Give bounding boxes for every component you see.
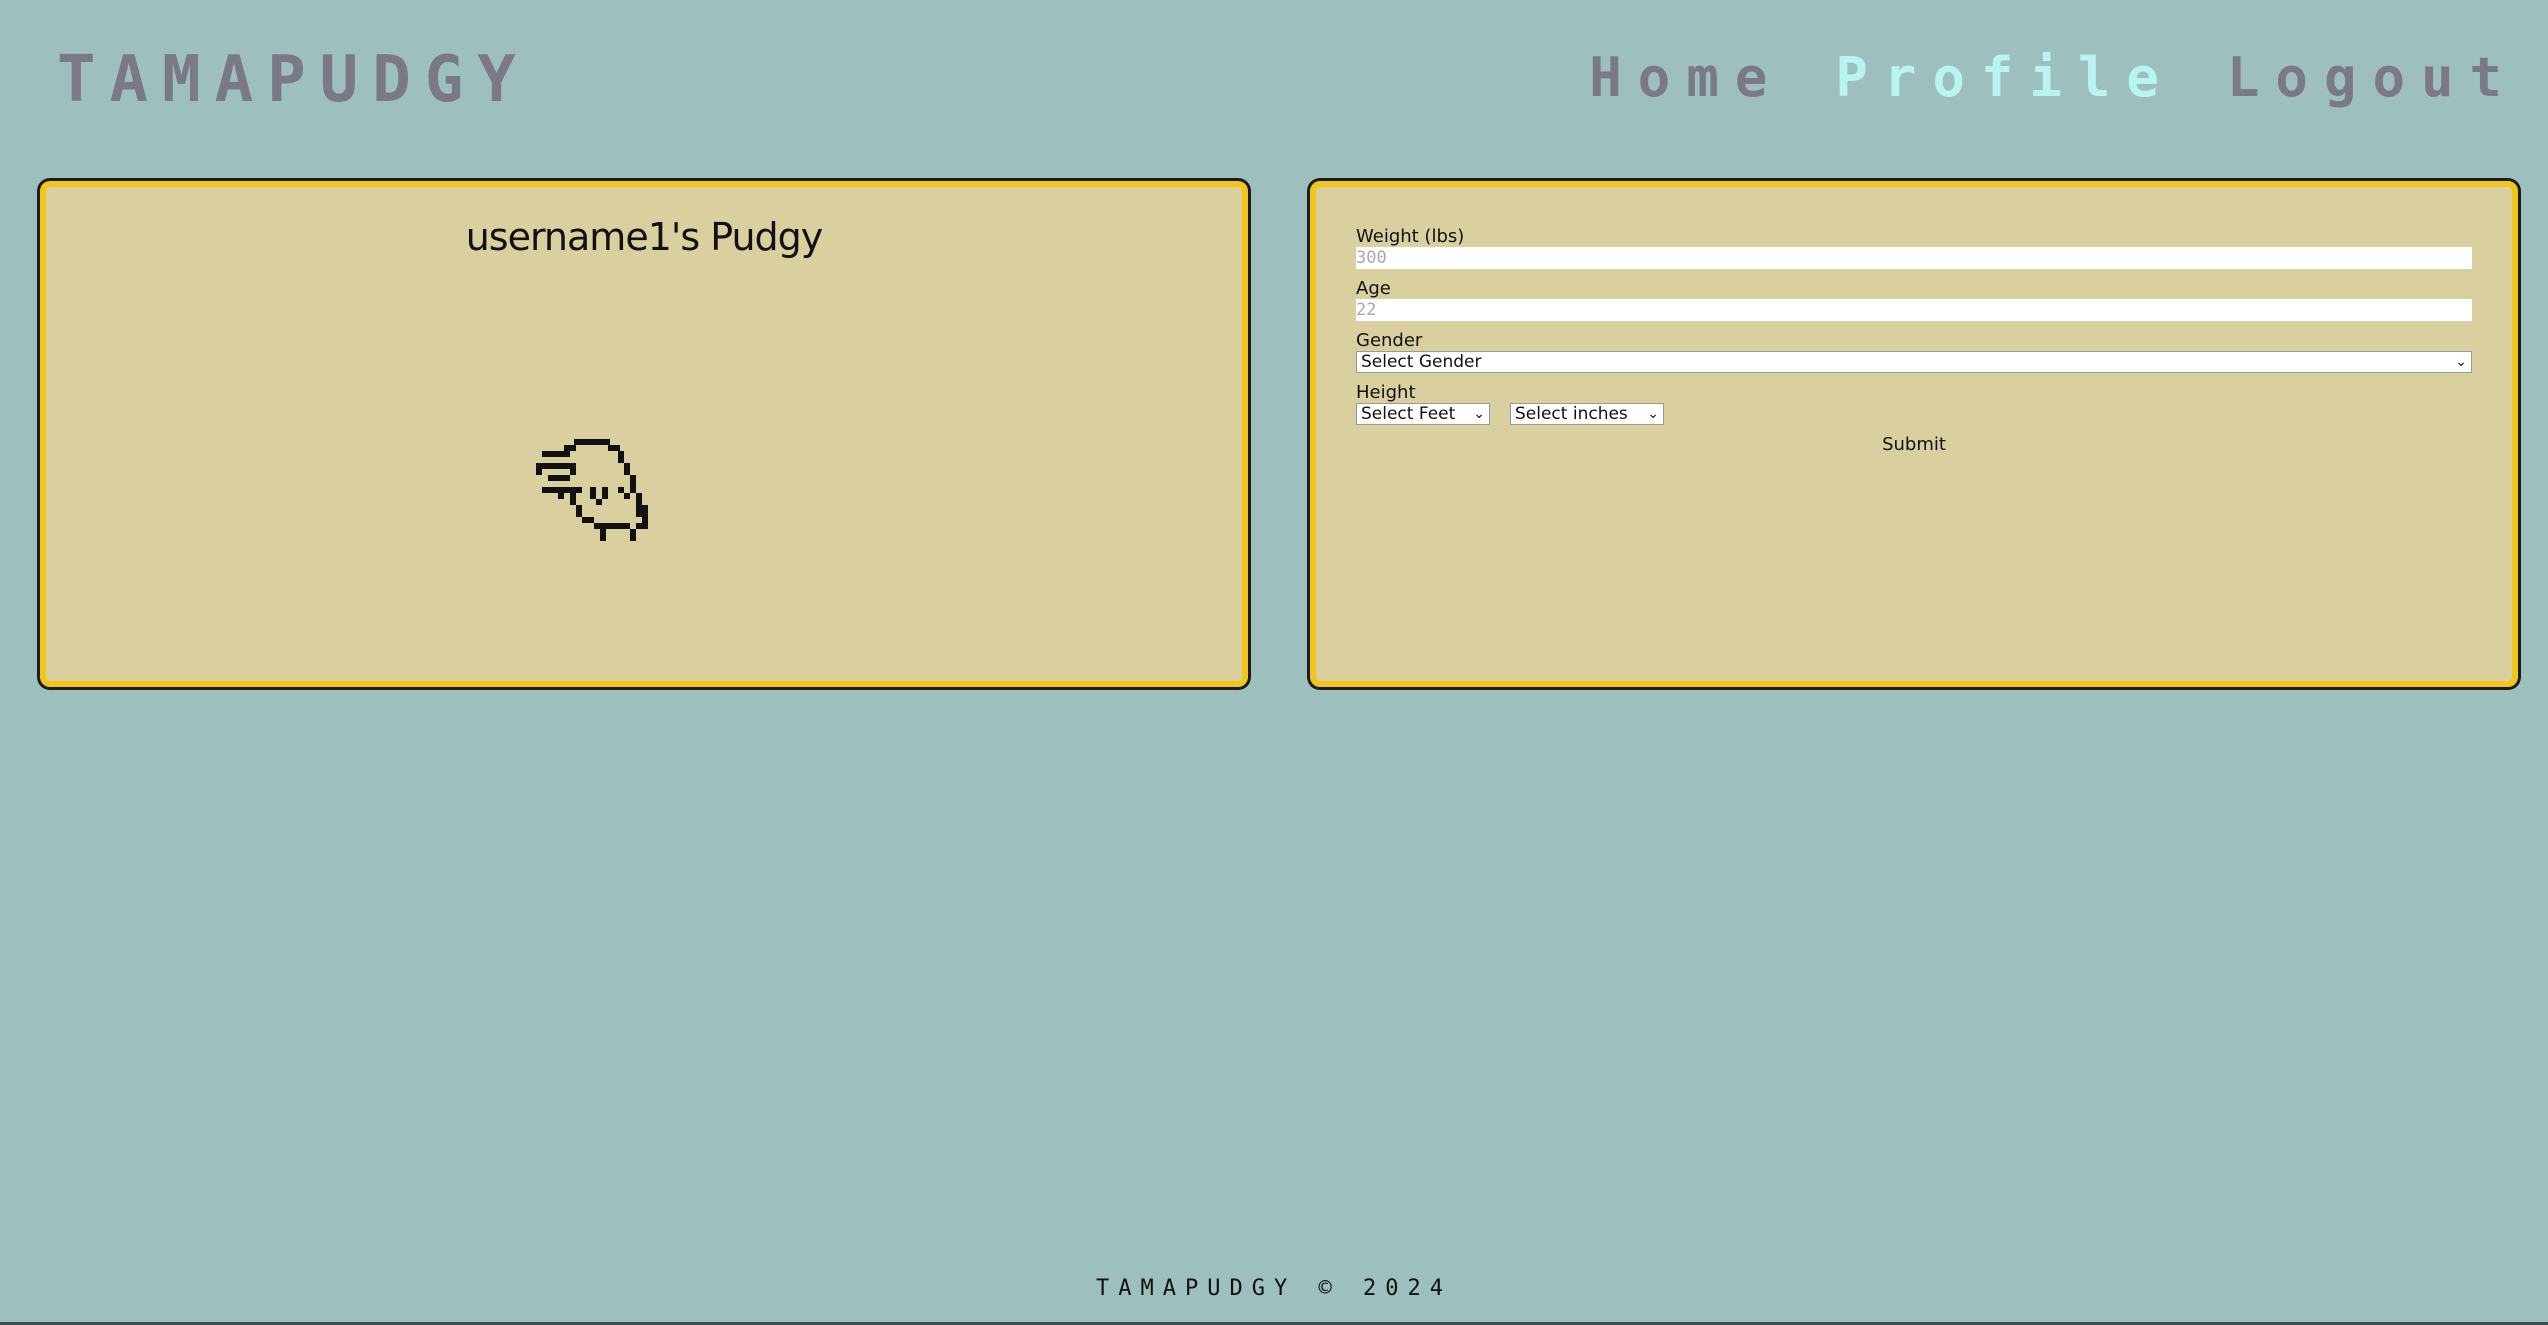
nav-logout-link[interactable]: Logout	[2227, 46, 2518, 109]
age-input[interactable]	[1356, 299, 2472, 321]
chevron-down-icon: ⌄	[2455, 354, 2467, 370]
pet-panel: username1's Pudgy	[40, 181, 1248, 687]
footer-copyright: TAMAPUDGY © 2024	[1096, 1276, 1452, 1301]
nav-home-link[interactable]: Home	[1589, 46, 1783, 109]
inches-select-value: Select inches	[1515, 404, 1628, 424]
gender-select-value: Select Gender	[1361, 352, 1482, 372]
feet-select-value: Select Feet	[1361, 404, 1456, 424]
main-nav: Home Profile Logout	[1589, 46, 2518, 109]
chevron-down-icon: ⌄	[1647, 406, 1659, 422]
nav-profile-link[interactable]: Profile	[1835, 46, 2175, 109]
profile-form: Weight (lbs) Age Gender Select Gender ⌄ …	[1356, 227, 2472, 456]
inches-select[interactable]: Select inches ⌄	[1510, 403, 1664, 425]
profile-form-panel: Weight (lbs) Age Gender Select Gender ⌄ …	[1310, 181, 2518, 687]
pet-title: username1's Pudgy	[465, 215, 824, 259]
brand-logo[interactable]: TAMAPUDGY	[57, 43, 530, 117]
gender-label: Gender	[1356, 330, 1423, 351]
chevron-down-icon: ⌄	[1473, 406, 1485, 422]
weight-input[interactable]	[1356, 247, 2472, 269]
header: TAMAPUDGY Home Profile Logout	[0, 0, 2548, 160]
weight-label: Weight (lbs)	[1356, 226, 1465, 247]
height-selects: Select Feet ⌄ Select inches ⌄	[1356, 403, 2472, 425]
submit-button[interactable]: Submit	[1876, 433, 1952, 456]
pixel-pudgy-icon	[536, 439, 678, 561]
age-label: Age	[1356, 278, 1391, 299]
height-label: Height	[1356, 382, 1416, 403]
feet-select[interactable]: Select Feet ⌄	[1356, 403, 1490, 425]
gender-select[interactable]: Select Gender ⌄	[1356, 351, 2472, 373]
